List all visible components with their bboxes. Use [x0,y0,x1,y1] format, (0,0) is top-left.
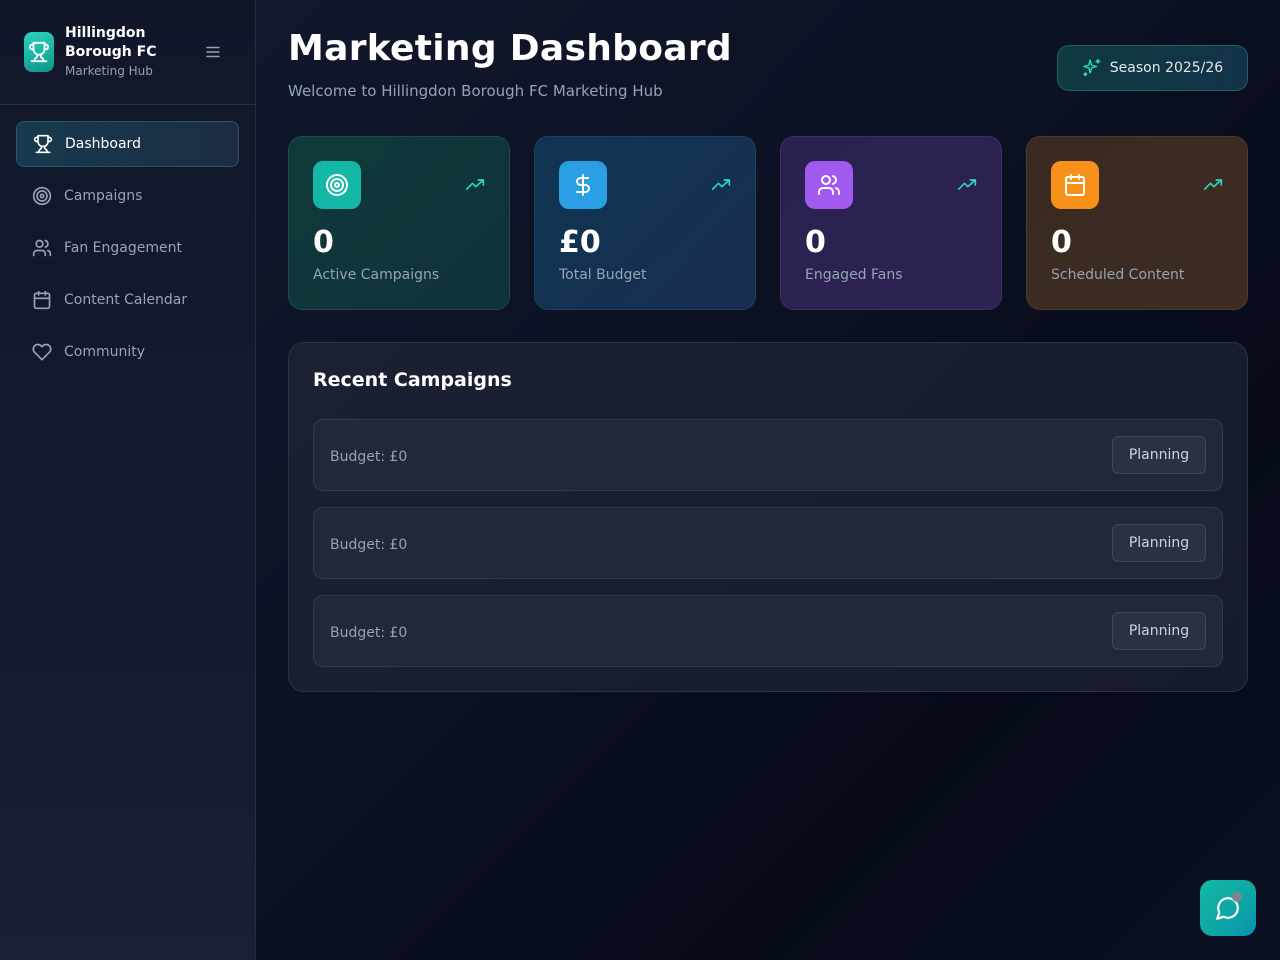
brand-header: Hillingdon Borough FC Marketing Hub [0,0,255,105]
users-icon [805,161,853,209]
stat-value: 0 [1051,225,1072,260]
panel-title: Recent Campaigns [313,369,512,391]
trending-up-icon [465,177,485,197]
stat-label: Total Budget [559,267,647,283]
users-icon [32,238,52,258]
campaign-budget: Budget: £0 [330,625,408,641]
recent-campaigns-panel: Recent Campaigns Budget: £0 Planning Bud… [288,342,1248,692]
stat-value: 0 [805,225,826,260]
sidebar-item-content-calendar[interactable]: Content Calendar [16,277,239,323]
target-icon [32,186,52,206]
status-badge: Planning [1112,436,1206,474]
campaign-row[interactable]: Budget: £0 Planning [313,419,1223,491]
brand-subtitle: Marketing Hub [65,64,153,78]
calendar-icon [32,290,52,310]
target-icon [313,161,361,209]
calendar-icon [1051,161,1099,209]
trending-up-icon [957,177,977,197]
campaign-budget: Budget: £0 [330,537,408,553]
chat-button[interactable] [1200,880,1256,936]
sidebar-nav: Dashboard Campaigns Fan Engagement Conte… [16,121,239,381]
stat-card-scheduled-content: 0 Scheduled Content [1026,136,1248,310]
heart-icon [32,342,52,362]
trending-up-icon [711,177,731,197]
sparkles-icon [1082,58,1101,77]
page-title: Marketing Dashboard [288,28,732,69]
trending-up-icon [1203,177,1223,197]
trophy-icon [33,134,53,154]
campaign-row[interactable]: Budget: £0 Planning [313,595,1223,667]
stat-label: Scheduled Content [1051,267,1185,283]
stat-card-total-budget: £0 Total Budget [534,136,756,310]
stat-value: £0 [559,225,601,260]
menu-icon[interactable] [201,41,225,63]
sidebar-item-community[interactable]: Community [16,329,239,375]
stat-card-engaged-fans: 0 Engaged Fans [780,136,1002,310]
dollar-icon [559,161,607,209]
campaign-row[interactable]: Budget: £0 Planning [313,507,1223,579]
trophy-icon [24,32,54,72]
brand-name: Hillingdon Borough FC [65,25,157,60]
sidebar-item-label: Content Calendar [64,292,188,308]
sidebar-item-label: Dashboard [65,136,141,152]
status-badge: Planning [1112,612,1206,650]
season-button[interactable]: Season 2025/26 [1057,45,1248,91]
stat-value: 0 [313,225,334,260]
sidebar-item-label: Community [64,344,146,360]
sidebar-item-campaigns[interactable]: Campaigns [16,173,239,219]
sidebar-item-dashboard[interactable]: Dashboard [16,121,239,167]
stat-label: Active Campaigns [313,267,440,283]
campaign-budget: Budget: £0 [330,449,408,465]
status-badge: Planning [1112,524,1206,562]
sidebar: Hillingdon Borough FC Marketing Hub Dash… [0,0,256,960]
stat-card-active-campaigns: 0 Active Campaigns [288,136,510,310]
season-label: Season 2025/26 [1109,60,1224,76]
stat-label: Engaged Fans [805,267,903,283]
sidebar-item-fan-engagement[interactable]: Fan Engagement [16,225,239,271]
sidebar-item-label: Campaigns [64,188,143,204]
sidebar-item-label: Fan Engagement [64,240,182,256]
notification-dot [1232,892,1242,902]
app-root: Hillingdon Borough FC Marketing Hub Dash… [0,0,1280,960]
page-subtitle: Welcome to Hillingdon Borough FC Marketi… [288,82,663,100]
